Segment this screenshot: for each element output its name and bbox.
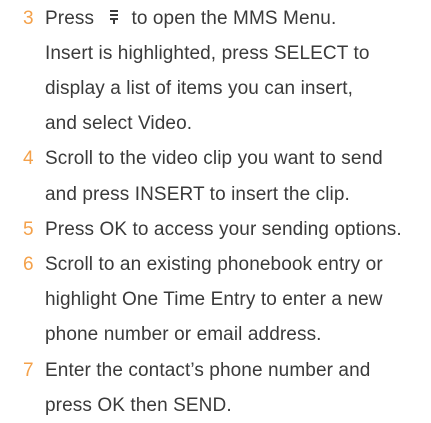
step-number: 6 [23,253,34,275]
step-line: press OK then SEND. [45,394,232,416]
step-4: 4 Scroll to the video clip you want to s… [0,141,431,211]
step-line: Scroll to the video clip you want to sen… [45,148,383,170]
step-line: and press INSERT to insert the clip. [45,183,350,205]
step-line: display a list of items you can insert, [45,77,354,99]
step-text: Press [45,7,100,29]
step-text: to open the MMS Menu. [131,7,337,29]
step-line: and select Video. [45,113,193,135]
step-5: 5 Press OK to access your sending option… [0,212,431,247]
step-number: 5 [23,218,34,240]
step-line: Enter the contact’s phone number and [45,359,371,381]
step-line: highlight One Time Entry to enter a new [45,289,383,311]
step-line: phone number or email address. [45,324,322,346]
step-7: 7 Enter the contact’s phone number and p… [0,353,431,423]
step-number: 4 [23,148,34,170]
step-line: Scroll to an existing phonebook entry or [45,253,383,275]
step-3: 3 Press to open the MMS Menu. Insert is … [0,1,431,142]
step-number: 3 [23,7,34,29]
instruction-steps: 3 Press to open the MMS Menu. Insert is … [0,1,431,423]
step-6: 6 Scroll to an existing phonebook entry … [0,247,431,353]
step-line: Press OK to access your sending options. [45,218,402,240]
step-line: Press to open the MMS Menu. [45,1,431,36]
menu-key-icon [103,6,125,26]
step-line: Insert is highlighted, press SELECT to [45,42,370,64]
step-number: 7 [23,359,34,381]
